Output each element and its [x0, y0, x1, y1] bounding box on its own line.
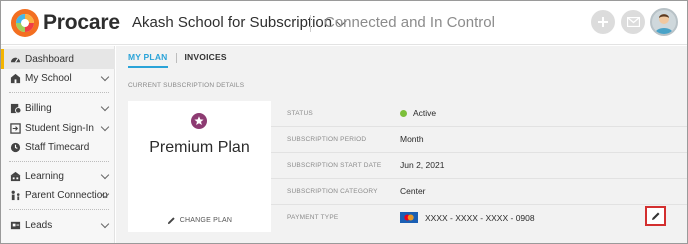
detail-key: SUBSCRIPTION START DATE — [287, 162, 382, 169]
sidebar-item-dashboard[interactable]: Dashboard — [1, 49, 115, 69]
sidebar-item-billing[interactable]: Billing — [1, 98, 115, 118]
detail-key: PAYMENT TYPE — [287, 214, 339, 221]
tab-my-plan[interactable]: MY PLAN — [128, 52, 168, 68]
detail-value: Active — [400, 108, 436, 118]
messages-button[interactable] — [621, 10, 645, 34]
status-active-icon — [400, 109, 407, 117]
add-button[interactable] — [591, 10, 615, 34]
procare-logo-icon — [10, 8, 40, 38]
plan-tabs: MY PLAN INVOICES — [128, 52, 227, 68]
sidebar-item-learning[interactable]: Learning — [1, 166, 115, 186]
sidebar-item-leads[interactable]: Leads — [1, 215, 115, 235]
timecard-icon — [10, 142, 21, 152]
sidebar-item-label: Staff Timecard — [25, 141, 90, 153]
sidebar-separator — [9, 161, 109, 162]
plan-name: Premium Plan — [149, 139, 250, 156]
procare-logo[interactable]: Procare — [10, 8, 120, 38]
chevron-down-icon — [100, 122, 110, 132]
pencil-icon — [167, 217, 175, 225]
sidebar-item-label: Dashboard — [25, 53, 74, 65]
status-value: Active — [413, 108, 437, 118]
mail-icon — [626, 17, 640, 27]
sidebar-item-label: Student Sign-In — [25, 122, 94, 134]
sidebar-separator — [9, 209, 109, 210]
detail-row-category: SUBSCRIPTION CATEGORY Center — [271, 179, 687, 205]
sidebar-item-label: My School — [25, 72, 72, 84]
detail-key: SUBSCRIPTION PERIOD — [287, 136, 367, 143]
sidebar-item-staff-timecard[interactable]: Staff Timecard — [1, 137, 115, 157]
leads-icon — [10, 221, 21, 229]
learning-icon — [10, 171, 21, 181]
edit-payment-button[interactable] — [645, 206, 666, 226]
tagline: Connected and In Control — [324, 14, 495, 31]
dashboard-icon — [10, 57, 21, 63]
user-avatar-icon — [655, 14, 673, 34]
tab-invoices[interactable]: INVOICES — [185, 52, 227, 68]
header-divider — [310, 15, 311, 32]
chevron-down-icon — [100, 219, 110, 229]
detail-key: STATUS — [287, 110, 313, 117]
change-plan-button[interactable]: CHANGE PLAN — [128, 216, 271, 225]
section-title: CURRENT SUBSCRIPTION DETAILS — [128, 82, 245, 89]
sidebar-item-student-sign-in[interactable]: Student Sign-In — [1, 118, 115, 138]
avatar[interactable] — [650, 8, 678, 36]
chevron-down-icon — [100, 170, 110, 180]
change-plan-label: CHANGE PLAN — [179, 217, 233, 224]
card-number: XXXX - XXXX - XXXX - 0908 — [425, 212, 535, 223]
sidebar-separator — [9, 92, 109, 93]
detail-key: SUBSCRIPTION CATEGORY — [287, 188, 378, 195]
sidebar: Dashboard My School Billing Student Sign… — [1, 46, 115, 243]
logo-text: Procare — [43, 11, 120, 34]
detail-value: Center — [400, 186, 426, 196]
detail-row-payment-type: PAYMENT TYPE XXXX - XXXX - XXXX - 0908 — [271, 205, 687, 231]
sidebar-item-label: Billing — [25, 102, 52, 114]
detail-value: XXXX - XXXX - XXXX - 0908 — [400, 212, 535, 223]
main-content: MY PLAN INVOICES CURRENT SUBSCRIPTION DE… — [116, 46, 687, 243]
plan-card: Premium Plan CHANGE PLAN — [128, 101, 271, 232]
detail-value: Jun 2, 2021 — [400, 160, 445, 170]
sidebar-item-parent-connection[interactable]: Parent Connection — [1, 185, 115, 205]
billing-icon — [10, 103, 21, 114]
sidebar-item-my-school[interactable]: My School — [1, 68, 115, 88]
subscription-details: STATUS Active SUBSCRIPTION PERIOD Month … — [271, 101, 687, 232]
mastercard-icon — [400, 212, 418, 223]
detail-row-status: STATUS Active — [271, 101, 687, 127]
detail-value: Month — [400, 134, 424, 144]
sidebar-item-label: Parent Connection — [25, 189, 108, 201]
parent-icon — [11, 190, 20, 200]
school-name: Akash School for Subscription — [132, 14, 333, 31]
pencil-icon — [651, 212, 659, 220]
tab-separator — [175, 53, 177, 63]
star-icon — [191, 113, 207, 129]
detail-row-period: SUBSCRIPTION PERIOD Month — [271, 127, 687, 153]
school-icon — [10, 73, 21, 83]
sign-in-icon — [10, 122, 21, 134]
sidebar-item-label: Learning — [25, 170, 64, 182]
top-header: Procare Akash School for Subscription Co… — [1, 1, 687, 45]
school-selector[interactable]: Akash School for Subscription — [132, 14, 347, 31]
chevron-down-icon — [100, 102, 110, 112]
plus-icon — [598, 17, 608, 27]
app-window: Procare Akash School for Subscription Co… — [0, 0, 688, 244]
chevron-down-icon — [100, 72, 110, 82]
detail-row-start-date: SUBSCRIPTION START DATE Jun 2, 2021 — [271, 153, 687, 179]
sidebar-item-label: Leads — [25, 219, 53, 231]
